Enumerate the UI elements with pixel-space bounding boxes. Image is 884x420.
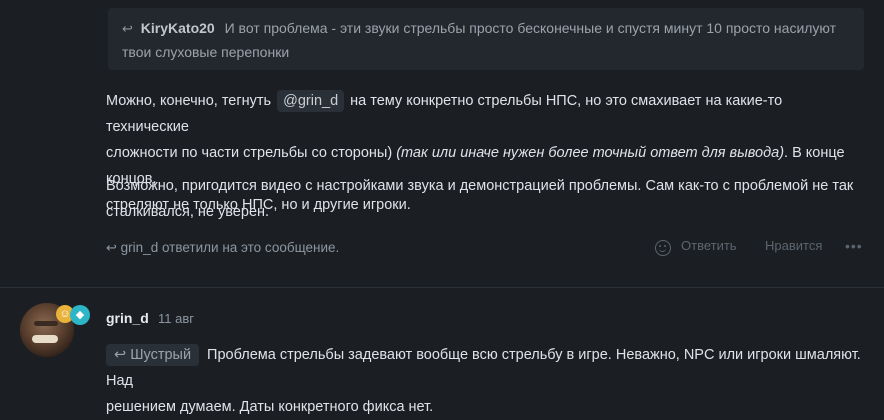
post-divider [0,287,884,288]
reply-arrow-icon: ↩ [114,347,127,363]
text: Можно, конечно, тегнуть [106,93,272,109]
reply-to-badge[interactable]: ↩ Шустрый [106,344,200,366]
replied-text: grin_d ответили на это сообщение. [120,240,340,255]
emoji-icon[interactable] [655,240,671,256]
more-icon[interactable]: ••• [845,238,863,254]
replied-notice[interactable]: ↩ grin_d ответили на это сообщение. [106,240,339,256]
reply-arrow-icon: ↩ [106,240,117,255]
text: Проблема стрельбы задевают вообще всю ст… [106,347,861,389]
text: сталкивался, не уверен. [106,204,270,220]
quote-first-line: ↩ KiryKato20 И вот проблема - эти звуки … [122,18,836,39]
reply-to-name: Шустрый [130,347,192,363]
post-date[interactable]: 11 авг [158,311,194,326]
user-mention[interactable]: @grin_d [277,90,345,112]
username[interactable]: grin_d [106,310,149,326]
diamond-badge-icon[interactable]: ◆ [70,305,90,325]
text: сложности по части стрельбы со стороны) [106,145,393,161]
reply-button[interactable]: Ответить [681,238,737,253]
post-actions: Ответить Нравится ••• [655,238,865,258]
post-paragraph-2: Возможно, пригодится видео с настройками… [106,173,866,225]
italic-text: (так или иначе нужен более точный ответ … [396,145,785,161]
quote-text-2: твои слуховые перепонки [122,44,290,60]
quoted-message[interactable]: ↩ KiryKato20 И вот проблема - эти звуки … [108,8,864,70]
like-button[interactable]: Нравится [765,238,822,253]
reply-arrow-icon: ↩ [122,21,133,36]
quote-author[interactable]: KiryKato20 [141,20,215,36]
text: решением думаем. Даты конкретного фикса … [106,399,434,415]
quote-text-1: И вот проблема - эти звуки стрельбы прос… [224,20,837,36]
text: Возможно, пригодится видео с настройками… [106,178,854,194]
post-body: ↩ Шустрый Проблема стрельбы задевают вооб… [106,342,866,420]
